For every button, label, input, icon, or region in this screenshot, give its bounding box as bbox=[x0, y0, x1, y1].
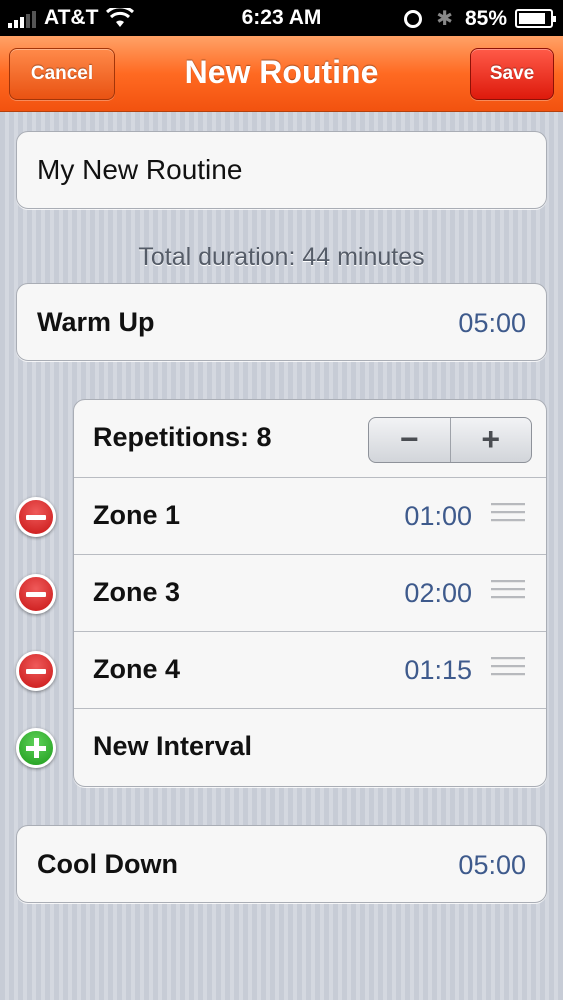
reorder-handle-icon[interactable] bbox=[491, 503, 525, 531]
interval-group: Repetitions: 8 − + Zone 1 01:00 Zone 3 0… bbox=[73, 399, 547, 787]
cool-down-time: 05:00 bbox=[458, 850, 526, 880]
interval-label: Zone 3 bbox=[93, 577, 181, 607]
status-bar: AT&T 6:23 AM ✱ 85% bbox=[0, 0, 563, 36]
orientation-lock-icon bbox=[404, 9, 423, 28]
interval-time: 01:00 bbox=[404, 501, 472, 531]
cool-down-label: Cool Down bbox=[37, 849, 178, 879]
new-interval-label: New Interval bbox=[93, 731, 253, 761]
interval-label: Zone 4 bbox=[93, 654, 181, 684]
warm-up-row[interactable]: Warm Up 05:00 bbox=[16, 283, 547, 361]
delete-interval-icon[interactable] bbox=[16, 497, 56, 537]
battery-icon bbox=[515, 9, 556, 28]
navigation-bar: New Routine Cancel Save bbox=[0, 36, 563, 112]
status-right: ✱ 85% bbox=[404, 6, 556, 31]
repetitions-label: Repetitions: 8 bbox=[93, 422, 272, 452]
routine-name-field[interactable]: My New Routine bbox=[16, 131, 547, 209]
increment-button[interactable]: + bbox=[451, 418, 532, 462]
delete-interval-icon[interactable] bbox=[16, 574, 56, 614]
cancel-button[interactable]: Cancel bbox=[9, 48, 115, 100]
repetitions-row: Repetitions: 8 − + bbox=[74, 400, 546, 477]
interval-label: Zone 1 bbox=[93, 500, 181, 530]
battery-percent: 85% bbox=[464, 6, 507, 30]
new-interval-row[interactable]: New Interval bbox=[74, 708, 546, 785]
warm-up-time: 05:00 bbox=[458, 308, 526, 338]
repetitions-stepper: − + bbox=[368, 417, 532, 463]
interval-row[interactable]: Zone 3 02:00 bbox=[74, 554, 546, 631]
interval-time: 02:00 bbox=[404, 578, 472, 608]
reorder-handle-icon[interactable] bbox=[491, 657, 525, 685]
interval-time: 01:15 bbox=[404, 655, 472, 685]
routine-name-value: My New Routine bbox=[37, 154, 243, 185]
save-button[interactable]: Save bbox=[470, 48, 554, 100]
reorder-handle-icon[interactable] bbox=[491, 580, 525, 608]
warm-up-label: Warm Up bbox=[37, 307, 155, 337]
total-duration: Total duration: 44 minutes bbox=[138, 243, 425, 271]
cool-down-row[interactable]: Cool Down 05:00 bbox=[16, 825, 547, 903]
add-interval-icon[interactable] bbox=[16, 728, 56, 768]
interval-row[interactable]: Zone 1 01:00 bbox=[74, 477, 546, 554]
bluetooth-icon: ✱ bbox=[436, 8, 453, 30]
decrement-button[interactable]: − bbox=[369, 418, 451, 462]
interval-row[interactable]: Zone 4 01:15 bbox=[74, 631, 546, 708]
delete-interval-icon[interactable] bbox=[16, 651, 56, 691]
